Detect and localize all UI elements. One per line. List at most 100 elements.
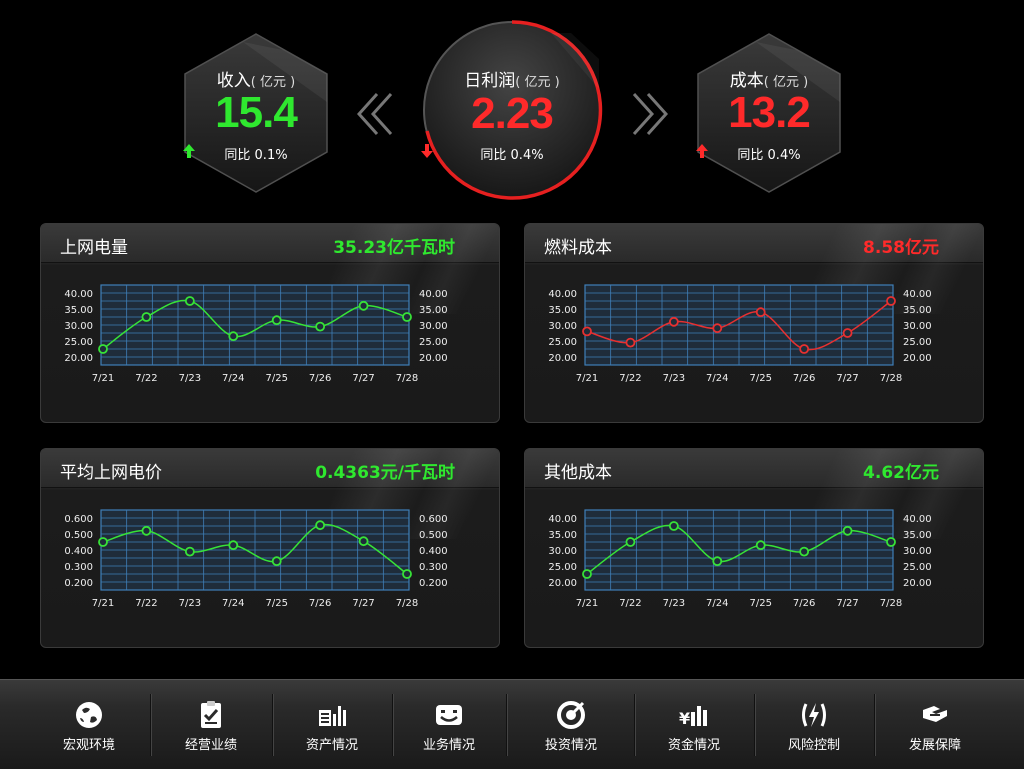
svg-text:¥: ¥	[679, 709, 690, 728]
panel-other-cost[interactable]: 其他成本 4.62亿元 40.00 40.00 35.00 35.00 30.00 30.…	[524, 448, 984, 648]
y-tick-label-left: 0.500	[64, 530, 93, 541]
y-tick-label-left: 30.00	[548, 321, 577, 332]
y-tick-label-right: 20.00	[903, 578, 932, 589]
y-tick-label-left: 25.00	[548, 337, 577, 348]
data-point	[141, 312, 152, 322]
y-tick-label-left: 35.00	[548, 530, 577, 541]
data-point	[358, 300, 369, 311]
data-point	[625, 537, 636, 547]
nav-item-business[interactable]: 业务情况	[394, 680, 504, 769]
nav-item-risk[interactable]: 风险控制	[756, 680, 872, 769]
data-point	[315, 520, 326, 531]
x-tick-label: 7/21	[92, 373, 114, 384]
y-tick-label-right: 35.00	[903, 530, 932, 541]
y-tick-label-left: 20.00	[64, 353, 93, 364]
data-point	[625, 337, 636, 348]
nav-item-assets[interactable]: 资产情况	[274, 680, 390, 769]
x-tick-label: 7/27	[836, 598, 858, 609]
data-point	[141, 525, 152, 536]
x-tick-label: 7/25	[749, 598, 771, 609]
panel-title: 平均上网电价	[60, 463, 162, 483]
y-tick-label-right: 25.00	[419, 337, 448, 348]
x-tick-label: 7/23	[663, 373, 685, 384]
panel-grid-power[interactable]: 上网电量 35.23亿千瓦时 40.00 40.00 35.00 35.00 30.00…	[40, 223, 500, 423]
kpi-yoy: 同比 0.4%	[696, 144, 842, 163]
y-tick-label-right: 30.00	[903, 546, 932, 557]
y-tick-label-right: 20.00	[419, 353, 448, 364]
data-point	[582, 326, 592, 337]
nav-item-development[interactable]: 发展保障	[876, 680, 994, 769]
y-tick-label-left: 20.00	[548, 578, 577, 589]
data-point	[799, 546, 810, 557]
x-tick-label: 7/23	[663, 598, 685, 609]
x-tick-label: 7/28	[880, 373, 902, 384]
x-tick-label: 7/21	[92, 598, 114, 609]
x-tick-label: 7/23	[179, 373, 201, 384]
data-point	[668, 316, 679, 327]
y-tick-label-left: 0.200	[64, 578, 93, 589]
y-tick-label-right: 30.00	[419, 321, 448, 332]
clipboard-check-icon	[201, 701, 221, 728]
line-chart: 40.00 40.00 35.00 35.00 30.00 30.00 25.00 25.00…	[548, 284, 932, 384]
kpi-title: 日利润( 亿元 )	[464, 71, 560, 91]
x-tick-label: 7/22	[135, 373, 157, 384]
nav-item-investment[interactable]: 投资情况	[508, 680, 634, 769]
y-tick-label-left: 30.00	[64, 321, 93, 332]
y-tick-label-left: 40.00	[548, 514, 577, 525]
y-tick-label-left: 35.00	[64, 305, 93, 316]
panel-title: 燃料成本	[544, 238, 612, 258]
x-tick-label: 7/21	[576, 373, 598, 384]
x-tick-label: 7/22	[135, 598, 157, 609]
y-tick-label-left: 40.00	[548, 289, 577, 300]
x-tick-label: 7/26	[793, 598, 815, 609]
handshake-icon	[923, 706, 947, 722]
y-tick-label-left: 40.00	[64, 289, 93, 300]
panel-fuel-cost[interactable]: 燃料成本 8.58亿元 40.00 40.00 35.00 35.00 30.00 30.…	[524, 223, 984, 423]
x-tick-label: 7/25	[265, 598, 287, 609]
y-tick-label-right: 0.600	[419, 514, 448, 525]
line-chart: 0.600 0.600 0.500 0.500 0.400 0.400 0.300 0.300…	[64, 509, 448, 609]
x-tick-label: 7/26	[793, 373, 815, 384]
y-tick-label-right: 35.00	[419, 305, 448, 316]
panel-title: 其他成本	[544, 463, 612, 483]
arrow-up-icon	[696, 144, 708, 158]
data-point	[315, 321, 326, 332]
kpi-yoy: 同比 0.1%	[183, 144, 329, 163]
data-point	[886, 296, 896, 306]
y-tick-label-left: 30.00	[548, 546, 577, 557]
x-tick-label: 7/22	[619, 373, 641, 384]
x-tick-label: 7/27	[352, 598, 374, 609]
x-tick-label: 7/28	[396, 373, 418, 384]
panel-value: 35.23亿千瓦时	[333, 238, 455, 258]
nav-item-performance[interactable]: 经营业绩	[152, 680, 270, 769]
data-point	[582, 569, 592, 579]
data-point	[886, 537, 896, 547]
lightning-icon	[802, 703, 826, 727]
y-tick-label-right: 35.00	[903, 305, 932, 316]
data-point	[98, 537, 108, 547]
kpi-value: 13.2	[728, 88, 811, 137]
data-point	[842, 328, 853, 338]
x-tick-label: 7/24	[706, 598, 728, 609]
globe-icon	[76, 702, 102, 728]
yen-bars-icon: ¥	[679, 706, 707, 728]
x-tick-label: 7/28	[880, 598, 902, 609]
nav-item-macro[interactable]: 宏观环境	[28, 680, 150, 769]
data-point	[712, 323, 723, 334]
kpi-yoy: 同比 0.4%	[421, 144, 603, 163]
y-tick-label-right: 25.00	[903, 562, 932, 573]
y-tick-label-left: 20.00	[548, 353, 577, 364]
arrow-down-icon	[421, 144, 433, 158]
y-tick-label-right: 0.300	[419, 562, 448, 573]
x-tick-label: 7/22	[619, 598, 641, 609]
data-point	[402, 312, 412, 322]
panel-avg-price[interactable]: 平均上网电价 0.4363元/千瓦时 0.600 0.600 0.500 0.500 0…	[40, 448, 500, 648]
y-tick-label-right: 40.00	[903, 289, 932, 300]
arrow-up-icon	[183, 144, 195, 158]
panel-value: 4.62亿元	[863, 463, 939, 483]
chevron-right-icon	[632, 92, 668, 136]
y-tick-label-left: 0.400	[64, 546, 93, 557]
nav-item-funds[interactable]: ¥ 资金情况	[636, 680, 752, 769]
data-point	[271, 315, 282, 326]
panel-value: 8.58亿元	[863, 238, 939, 258]
